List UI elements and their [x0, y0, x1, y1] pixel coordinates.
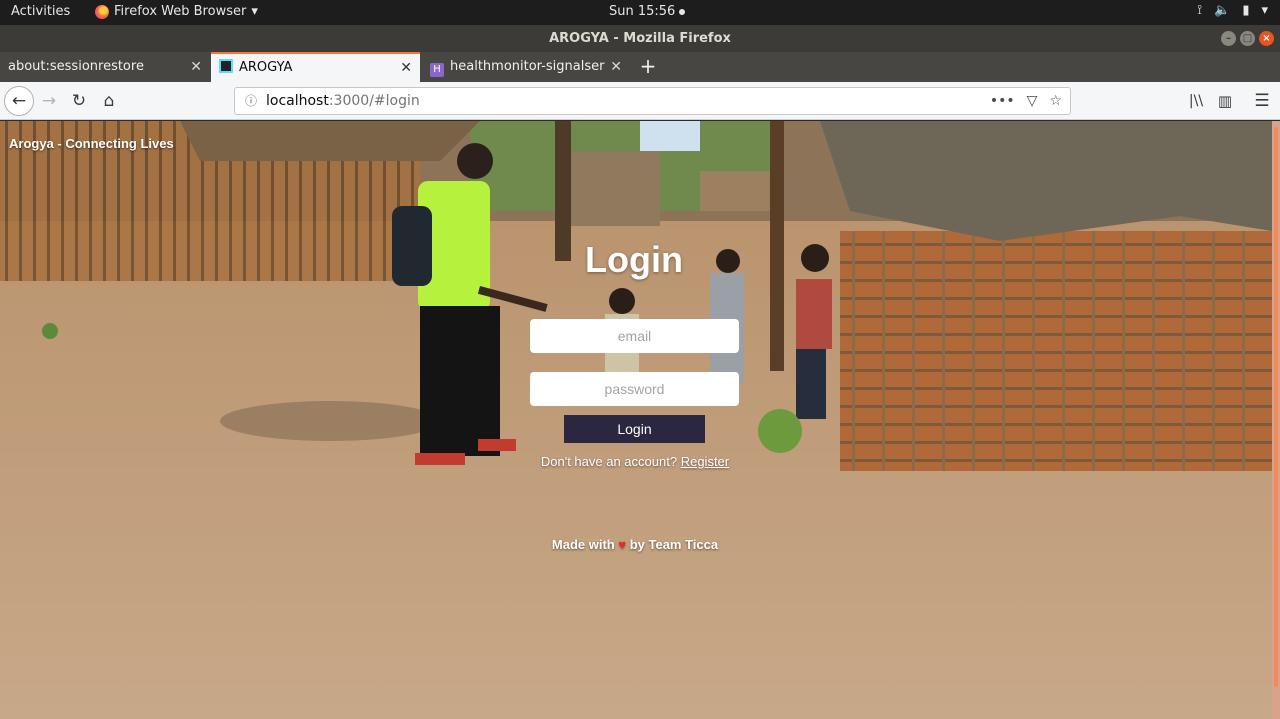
new-tab-button[interactable]: + [638, 52, 658, 82]
volume-icon: 🔈 [1214, 3, 1231, 18]
login-button[interactable]: Login [564, 415, 705, 443]
site-info-icon[interactable]: ⓘ [245, 88, 257, 114]
home-button[interactable]: ⌂ [96, 88, 122, 114]
clock-label: Sun 15:56 [609, 4, 676, 19]
window-title-bar: AROGYA - Mozilla Firefox – □ × [0, 25, 1280, 52]
page-scrollbar[interactable] [1272, 121, 1280, 719]
no-account-text: Don't have an account? [540, 454, 678, 469]
tab-label: healthmonitor-signalser [450, 59, 605, 74]
window-controls: – □ × [1221, 31, 1274, 46]
app-menu[interactable]: Firefox Web Browser ▾ [95, 4, 258, 19]
forward-button[interactable]: → [36, 88, 62, 114]
url-bar[interactable]: ⓘ localhost:3000/#login ••• ▽ ☆ [234, 87, 1071, 115]
notification-dot-icon [679, 8, 686, 15]
system-tray[interactable]: ⟟ 🔈 ▮ ▾ [1197, 3, 1268, 18]
register-prompt: Don't have an account? Register [515, 454, 755, 469]
navigation-toolbar: ← → ↻ ⌂ ⓘ localhost:3000/#login ••• ▽ ☆ … [0, 82, 1280, 120]
close-icon[interactable]: ✕ [190, 52, 202, 82]
window-title: AROGYA - Mozilla Firefox [549, 31, 731, 46]
battery-icon: ▮ [1242, 3, 1250, 18]
app-menu-label: Firefox Web Browser [114, 4, 247, 19]
back-button[interactable]: ← [4, 86, 34, 116]
chevron-down-icon: ▾ [251, 4, 258, 19]
made-with-text: Made with [551, 537, 615, 552]
page-content: Arogya - Connecting Lives Login Login Do… [0, 121, 1272, 719]
email-field[interactable] [530, 319, 739, 353]
tab-label: about:sessionrestore [8, 59, 144, 74]
url-path: :3000/#login [328, 93, 420, 109]
tab-arogya[interactable]: AROGYA ✕ [211, 52, 420, 82]
sidebar-icon[interactable]: ▥ [1212, 88, 1238, 114]
maximize-icon[interactable]: □ [1240, 31, 1255, 46]
activities-button[interactable]: Activities [11, 4, 70, 19]
hamburger-menu-icon[interactable]: ☰ [1249, 88, 1275, 114]
system-top-bar: Activities Firefox Web Browser ▾ Sun 15:… [0, 0, 1280, 25]
heroku-favicon-icon: H [430, 63, 444, 77]
brand-logo-text[interactable]: Arogya - Connecting Lives [9, 136, 174, 151]
url-text[interactable]: localhost:3000/#login [266, 88, 420, 114]
scrollbar-thumb[interactable] [1274, 127, 1278, 687]
pocket-icon[interactable]: ▽ [1027, 88, 1038, 114]
page-actions-icon[interactable]: ••• [990, 88, 1015, 114]
reload-button[interactable]: ↻ [66, 88, 92, 114]
close-icon[interactable]: ✕ [400, 54, 412, 82]
password-field[interactable] [530, 372, 739, 406]
system-menu-arrow-icon: ▾ [1261, 3, 1268, 18]
tab-healthmonitor[interactable]: Hhealthmonitor-signalser ✕ [422, 52, 630, 82]
bookmark-star-icon[interactable]: ☆ [1049, 88, 1062, 114]
register-link[interactable]: Register [681, 454, 729, 469]
footer-credit: Made with ♥ by Team Ticca [515, 537, 755, 552]
close-icon[interactable]: ✕ [610, 52, 622, 82]
firefox-icon [95, 4, 109, 19]
library-icon[interactable]: |\\ [1183, 88, 1209, 114]
minimize-icon[interactable]: – [1221, 31, 1236, 46]
react-favicon-icon [219, 59, 233, 73]
login-title: Login [585, 239, 683, 280]
team-credit-text: by Team Ticca [629, 537, 719, 552]
close-window-icon[interactable]: × [1259, 31, 1274, 46]
clock[interactable]: Sun 15:56 [609, 4, 686, 19]
wifi-icon: ⟟ [1197, 3, 1203, 18]
url-host: localhost [266, 93, 329, 109]
url-bar-actions: ••• ▽ ☆ [990, 88, 1062, 114]
heart-icon: ♥ [618, 537, 627, 552]
tab-strip: about:sessionrestore ✕ AROGYA ✕ Hhealthm… [0, 52, 1280, 82]
tab-sessionrestore[interactable]: about:sessionrestore ✕ [0, 52, 210, 82]
tab-label: AROGYA [239, 60, 293, 75]
